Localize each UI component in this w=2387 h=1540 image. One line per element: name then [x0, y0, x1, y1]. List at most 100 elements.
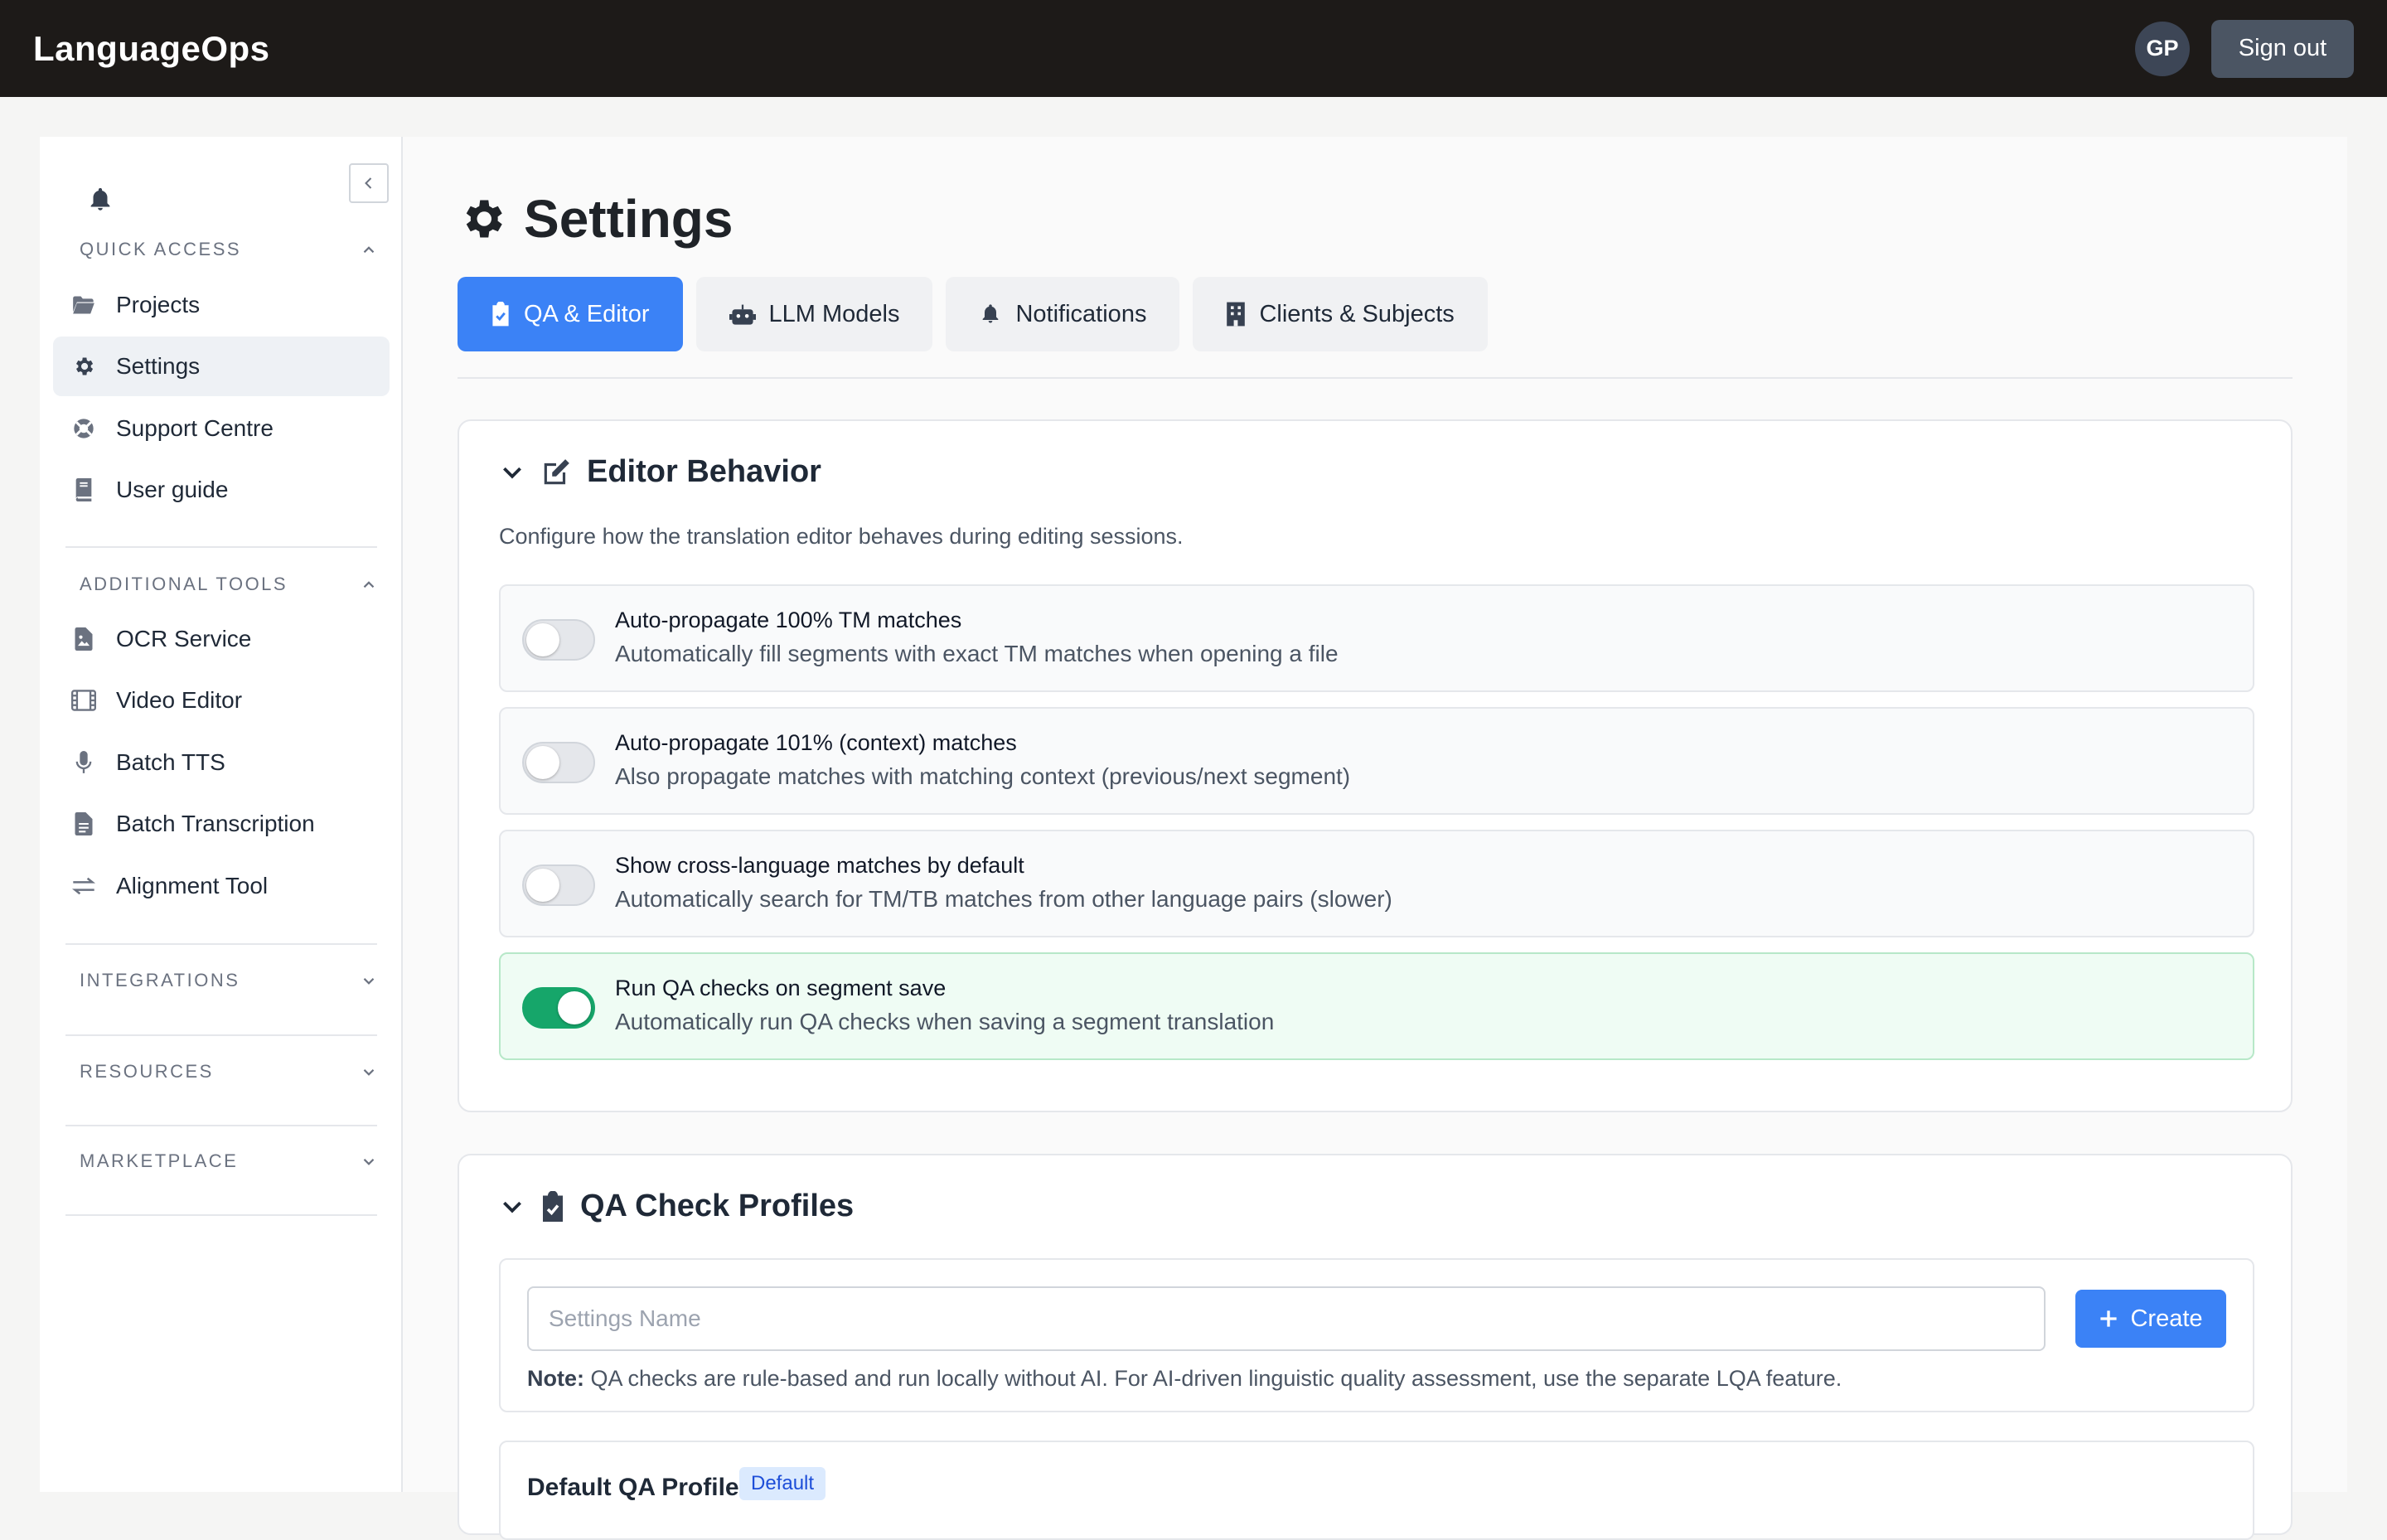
option-subtitle: Also propagate matches with matching con…: [615, 763, 1351, 789]
microphone-icon: [71, 750, 96, 775]
option-run-qa-on-save: Run QA checks on segment save Automatica…: [499, 952, 2254, 1060]
building-icon: [1227, 302, 1246, 327]
film-icon: [71, 688, 96, 713]
option-auto-propagate-100: Auto-propagate 100% TM matches Automatic…: [499, 584, 2254, 692]
gear-icon: [466, 200, 502, 238]
section-resources[interactable]: RESOURCES: [80, 1055, 378, 1088]
editor-behavior-header[interactable]: Editor Behavior: [499, 454, 821, 490]
sidebar-item-ocr-service[interactable]: OCR Service: [53, 609, 390, 669]
section-marketplace[interactable]: MARKETPLACE: [80, 1145, 378, 1178]
toggle-switch[interactable]: [522, 619, 595, 661]
collapse-sidebar-button[interactable]: [349, 163, 389, 203]
chevron-up-icon: [363, 581, 375, 588]
sidebar-divider: [65, 1214, 377, 1216]
topbar-actions: GP Sign out: [2135, 19, 2354, 78]
chevron-down-icon: [363, 1069, 375, 1076]
sidebar-item-label: Video Editor: [116, 687, 243, 713]
brand-logo[interactable]: LanguageOps: [33, 29, 270, 69]
sidebar-item-alignment-tool[interactable]: Alignment Tool: [53, 856, 390, 916]
sidebar-item-projects[interactable]: Projects: [53, 275, 390, 335]
main-content: Settings QA & Editor LLM Models Notifica…: [403, 137, 2347, 1540]
lifebuoy-icon: [71, 416, 96, 441]
option-title: Auto-propagate 100% TM matches: [615, 608, 962, 632]
sidebar-item-label: Settings: [116, 353, 201, 379]
sidebar-item-batch-transcription[interactable]: Batch Transcription: [53, 794, 390, 854]
tab-label: LLM Models: [768, 300, 900, 327]
section-label: QUICK ACCESS: [80, 239, 242, 259]
sidebar-item-support-centre[interactable]: Support Centre: [53, 399, 390, 458]
sidebar-item-label: Support Centre: [116, 415, 274, 441]
sidebar-item-label: Batch TTS: [116, 749, 225, 775]
sidebar-divider: [65, 1034, 377, 1036]
sidebar-item-user-guide[interactable]: User guide: [53, 460, 390, 520]
option-cross-language-matches: Show cross-language matches by default A…: [499, 830, 2254, 937]
sidebar-item-settings[interactable]: Settings: [53, 337, 390, 396]
notifications-bell-icon[interactable]: [86, 185, 114, 219]
option-title: Auto-propagate 101% (context) matches: [615, 730, 1017, 755]
folder-icon: [71, 293, 96, 317]
sidebar-item-batch-tts[interactable]: Batch TTS: [53, 733, 390, 792]
gear-icon: [71, 354, 96, 379]
create-button-label: Create: [2130, 1305, 2203, 1332]
sign-out-button[interactable]: Sign out: [2211, 19, 2354, 78]
tab-label: Clients & Subjects: [1259, 300, 1455, 327]
book-icon: [71, 477, 96, 502]
tab-qa-editor[interactable]: QA & Editor: [458, 277, 683, 351]
section-label: MARKETPLACE: [80, 1150, 239, 1171]
sidebar-item-label: OCR Service: [116, 626, 252, 651]
sidebar-item-label: Alignment Tool: [116, 873, 269, 898]
note-label: Note:: [527, 1366, 584, 1391]
option-subtitle: Automatically run QA checks when saving …: [615, 1009, 1275, 1034]
bell-icon: [983, 304, 999, 323]
page-title: Settings: [458, 188, 733, 249]
create-button[interactable]: Create: [2075, 1290, 2226, 1348]
toggle-switch[interactable]: [522, 742, 595, 783]
robot-icon: [729, 304, 756, 325]
avatar[interactable]: GP: [2135, 21, 2190, 76]
file-text-icon: [71, 811, 96, 836]
section-label: INTEGRATIONS: [80, 970, 240, 990]
section-additional-tools[interactable]: ADDITIONAL TOOLS: [80, 568, 378, 601]
settings-tabs: QA & Editor LLM Models Notifications Cli…: [458, 277, 1488, 351]
tab-clients-subjects[interactable]: Clients & Subjects: [1193, 277, 1488, 351]
qa-profiles-header[interactable]: QA Check Profiles: [499, 1189, 854, 1224]
sidebar-item-label: Batch Transcription: [116, 811, 315, 836]
section-integrations[interactable]: INTEGRATIONS: [80, 964, 378, 997]
toggle-switch[interactable]: [522, 864, 595, 906]
sidebar-divider: [65, 546, 377, 548]
plus-icon: [2100, 1310, 2118, 1327]
chevron-down-icon: [503, 467, 521, 479]
tab-label: QA & Editor: [524, 300, 650, 327]
sidebar-item-video-editor[interactable]: Video Editor: [53, 671, 390, 730]
tab-notifications[interactable]: Notifications: [946, 277, 1180, 351]
arrows-exchange-icon: [71, 874, 96, 898]
option-title: Run QA checks on segment save: [615, 976, 947, 1000]
chevron-down-icon: [363, 1159, 375, 1165]
toggle-switch[interactable]: [522, 987, 595, 1029]
sidebar: QUICK ACCESS Projects Settings Support C…: [40, 137, 403, 1492]
option-auto-propagate-101: Auto-propagate 101% (context) matches Al…: [499, 707, 2254, 815]
section-label: ADDITIONAL TOOLS: [80, 574, 288, 594]
top-bar: LanguageOps GP Sign out: [0, 0, 2387, 97]
card-description: Configure how the translation editor beh…: [499, 524, 1184, 549]
default-badge: Default: [739, 1467, 826, 1500]
sidebar-divider: [65, 1125, 377, 1126]
chevron-up-icon: [363, 246, 375, 254]
option-subtitle: Automatically search for TM/TB matches f…: [615, 886, 1392, 912]
tab-llm-models[interactable]: LLM Models: [695, 277, 933, 351]
note-text: QA checks are rule-based and run locally…: [584, 1366, 1842, 1391]
page-title-text: Settings: [524, 189, 734, 249]
option-title: Show cross-language matches by default: [615, 853, 1024, 878]
profile-name: Default QA Profile: [527, 1474, 739, 1501]
file-image-icon: [71, 627, 96, 651]
settings-name-input[interactable]: [527, 1286, 2046, 1351]
clipboard-check-icon: [492, 302, 509, 327]
section-quick-access[interactable]: QUICK ACCESS: [80, 233, 378, 266]
card-title: QA Check Profiles: [580, 1189, 855, 1223]
tab-label: Notifications: [1015, 300, 1147, 327]
card-title: Editor Behavior: [587, 454, 821, 489]
qa-profile-row[interactable]: Default QA Profile Default: [499, 1441, 2254, 1540]
tabs-divider: [458, 377, 2293, 379]
sidebar-item-label: Projects: [116, 292, 201, 317]
create-profile-box: Create Note: QA checks are rule-based an…: [499, 1258, 2254, 1412]
